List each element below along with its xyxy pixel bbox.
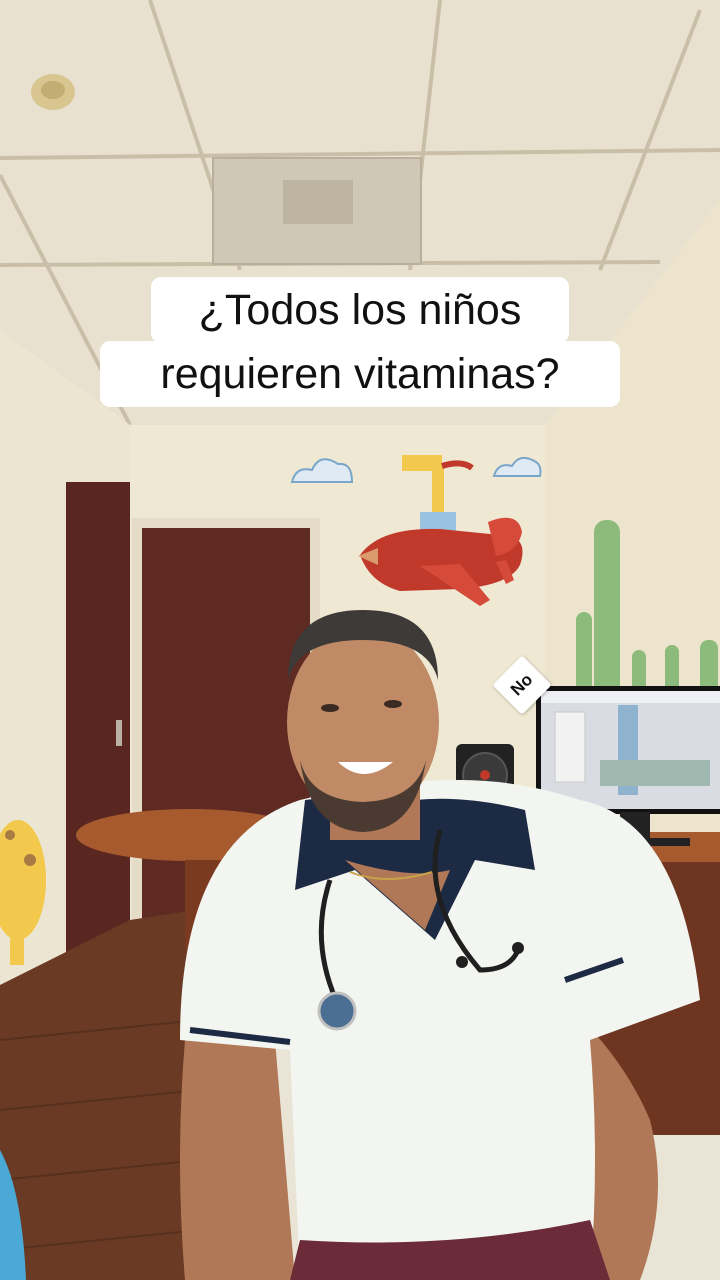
vent-grille [283,180,353,224]
office-scene [0,0,720,1280]
door-handle [116,720,122,746]
caption-line-2: requieren vitaminas? [100,341,620,407]
left-door [66,482,130,952]
stethoscope-chestpiece [317,991,357,1031]
smoke-detector-icon [31,74,75,110]
caption-line-1: ¿Todos los niños [151,277,569,343]
no-sticker-label: No [506,669,537,700]
